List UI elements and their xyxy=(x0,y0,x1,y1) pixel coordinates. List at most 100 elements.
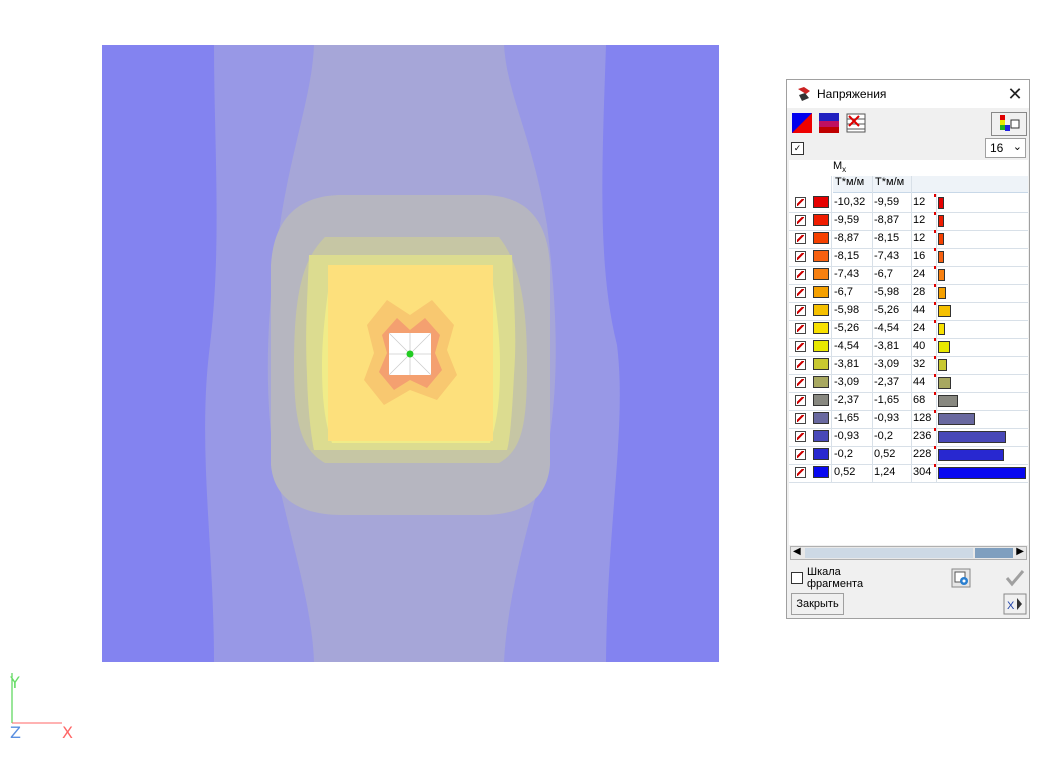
range-to-value: -7,43 xyxy=(874,250,900,262)
row-visibility-checkbox[interactable] xyxy=(795,215,806,226)
color-swatch[interactable] xyxy=(813,232,829,244)
color-swatch[interactable] xyxy=(813,304,829,316)
legend-row[interactable]: -8,87 -8,15 12 xyxy=(789,230,1028,249)
range-to-value: -5,26 xyxy=(874,304,900,316)
legend-row[interactable]: -1,65 -0,93 128 xyxy=(789,410,1028,429)
row-visibility-checkbox[interactable] xyxy=(795,233,806,244)
stress-panel: Напряжения ✕ ✓ 16 ⌄ Mx Т*м/м Т*м/м -10,3… xyxy=(786,79,1030,619)
range-from-value: -4,54 xyxy=(834,340,860,352)
palette-icon[interactable] xyxy=(991,112,1027,136)
column-divider xyxy=(872,176,873,482)
legend-row[interactable]: -5,98 -5,26 44 xyxy=(789,302,1028,321)
range-from-value: -0,93 xyxy=(834,430,860,442)
range-to-value: -6,7 xyxy=(874,268,893,280)
row-visibility-checkbox[interactable] xyxy=(795,287,806,298)
range-from-value: -5,98 xyxy=(834,304,860,316)
color-swatch[interactable] xyxy=(813,412,829,424)
close-button[interactable]: Закрыть xyxy=(791,593,844,615)
stress-contour-plot[interactable] xyxy=(102,45,719,662)
legend-row[interactable]: -3,09 -2,37 44 xyxy=(789,374,1028,393)
row-visibility-checkbox[interactable] xyxy=(795,449,806,460)
range-to-value: -3,81 xyxy=(874,340,900,352)
histogram-bar xyxy=(938,197,944,209)
node-marker[interactable] xyxy=(406,350,414,358)
row-visibility-checkbox[interactable] xyxy=(795,377,806,388)
scrollbar-thumb[interactable] xyxy=(975,548,1013,558)
unit-header-from: Т*м/м xyxy=(833,176,874,193)
legend-row[interactable]: -0,93 -0,2 236 xyxy=(789,428,1028,447)
legend-row[interactable]: 0,52 1,24 304 xyxy=(789,464,1028,483)
legend-row[interactable]: -10,32 -9,59 12 xyxy=(789,194,1028,213)
range-from-value: -5,26 xyxy=(834,322,860,334)
row-visibility-checkbox[interactable] xyxy=(795,305,806,316)
row-visibility-checkbox[interactable] xyxy=(795,269,806,280)
range-from-value: 0,52 xyxy=(834,466,856,478)
element-count: 24 xyxy=(913,322,926,334)
color-swatch[interactable] xyxy=(813,250,829,262)
legend-row[interactable]: -3,81 -3,09 32 xyxy=(789,356,1028,375)
range-from-value: -8,87 xyxy=(834,232,860,244)
histogram-bar xyxy=(938,233,944,245)
column-title-sub: x xyxy=(842,165,847,175)
row-visibility-checkbox[interactable] xyxy=(795,413,806,424)
table-delete-icon[interactable] xyxy=(845,112,867,134)
color-swatch[interactable] xyxy=(813,340,829,352)
row-visibility-checkbox[interactable] xyxy=(795,395,806,406)
element-count: 304 xyxy=(913,466,932,478)
color-swatch[interactable] xyxy=(813,358,829,370)
color-swatch[interactable] xyxy=(813,394,829,406)
histogram-bar xyxy=(938,215,944,227)
color-swatch[interactable] xyxy=(813,430,829,442)
color-swatch[interactable] xyxy=(813,268,829,280)
row-visibility-checkbox[interactable] xyxy=(795,251,806,262)
range-to-value: -0,93 xyxy=(874,412,900,424)
interval-count-select[interactable]: 16 ⌄ xyxy=(985,138,1026,158)
element-count: 68 xyxy=(913,394,926,406)
range-from-value: -0,2 xyxy=(834,448,853,460)
histogram-bar xyxy=(938,341,950,353)
legend-row[interactable]: -4,54 -3,81 40 xyxy=(789,338,1028,357)
row-visibility-checkbox[interactable] xyxy=(795,467,806,478)
scroll-left-icon[interactable]: ◀ xyxy=(793,546,801,557)
fragment-scale-checkbox[interactable] xyxy=(791,572,803,584)
color-swatch[interactable] xyxy=(813,376,829,388)
legend-row[interactable]: -9,59 -8,87 12 xyxy=(789,212,1028,231)
stress-icon xyxy=(798,87,810,101)
column-title-main: M xyxy=(833,160,843,172)
histogram-bar xyxy=(938,359,947,371)
color-swatch[interactable] xyxy=(813,322,829,334)
legend-row[interactable]: -6,7 -5,98 28 xyxy=(789,284,1028,303)
color-swatch[interactable] xyxy=(813,214,829,226)
panel-titlebar[interactable]: Напряжения ✕ xyxy=(787,80,1029,108)
show-checkbox[interactable]: ✓ xyxy=(791,142,804,155)
scroll-right-icon[interactable]: ▶ xyxy=(1016,546,1024,557)
color-fill-icon[interactable] xyxy=(791,112,813,134)
column-title: Mx xyxy=(833,160,1028,176)
legend-row[interactable]: -7,43 -6,7 24 xyxy=(789,266,1028,285)
color-swatch[interactable] xyxy=(813,196,829,208)
row-visibility-checkbox[interactable] xyxy=(795,323,806,334)
range-from-value: -7,43 xyxy=(834,268,860,280)
row-visibility-checkbox[interactable] xyxy=(795,359,806,370)
row-visibility-checkbox[interactable] xyxy=(795,431,806,442)
legend-row[interactable]: -5,26 -4,54 24 xyxy=(789,320,1028,339)
interval-count-value: 16 xyxy=(990,141,1004,155)
close-icon[interactable]: ✕ xyxy=(1002,82,1028,106)
settings-icon[interactable] xyxy=(950,568,972,588)
color-swatch[interactable] xyxy=(813,466,829,478)
color-swatch[interactable] xyxy=(813,286,829,298)
help-icon[interactable]: X xyxy=(1003,593,1027,615)
checkmark-icon[interactable] xyxy=(1003,568,1027,588)
histogram-bar xyxy=(938,377,951,389)
row-visibility-checkbox[interactable] xyxy=(795,197,806,208)
chevron-down-icon: ⌄ xyxy=(1012,141,1022,153)
horizontal-scrollbar[interactable]: ◀ ▶ xyxy=(790,546,1027,560)
legend-row[interactable]: -2,37 -1,65 68 xyxy=(789,392,1028,411)
range-to-value: -2,37 xyxy=(874,376,900,388)
legend-row[interactable]: -0,2 0,52 228 xyxy=(789,446,1028,465)
element-count: 236 xyxy=(913,430,932,442)
gradient-icon[interactable] xyxy=(818,112,840,134)
row-visibility-checkbox[interactable] xyxy=(795,341,806,352)
legend-row[interactable]: -8,15 -7,43 16 xyxy=(789,248,1028,267)
color-swatch[interactable] xyxy=(813,448,829,460)
